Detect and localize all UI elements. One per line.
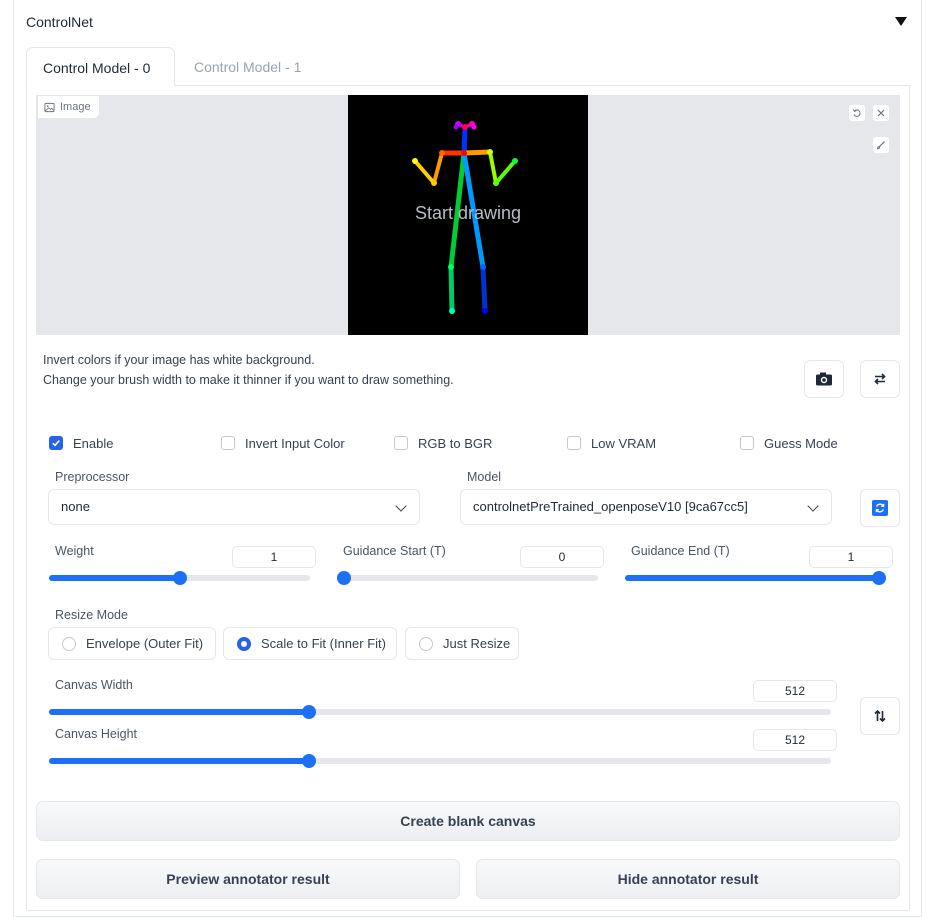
brush-button[interactable] [872,136,890,154]
hint-invert-colors: Invert colors if your image has white ba… [43,353,315,367]
camera-icon [816,372,832,386]
canvas-height-slider-fill [49,758,309,764]
model-label: Model [467,470,502,484]
hide-annotator-result-button[interactable]: Hide annotator result [476,859,900,899]
tab-control-model-1[interactable]: Control Model - 1 [178,47,317,86]
swap-vertical-icon [874,709,886,723]
guidance-start-label: Guidance Start (T) [343,544,446,558]
canvas-height-label: Canvas Height [55,727,137,741]
clear-button[interactable] [872,104,890,122]
weight-slider-fill [49,575,180,581]
rgb-to-bgr-label: RGB to BGR [418,435,493,451]
mirror-webcam-button[interactable] [860,360,900,398]
preview-annotator-result-button[interactable]: Preview annotator result [36,859,460,899]
canvas-width-number-input[interactable]: 512 [753,680,837,702]
hint-brush-width: Change your brush width to make it thinn… [43,373,454,387]
checkbox-rgb-to-bgr[interactable]: RGB to BGR [394,433,492,453]
undo-button[interactable] [848,104,866,122]
radio-label: Envelope (Outer Fit) [86,636,204,651]
image-label: Image [60,101,91,113]
checkmark-icon [52,440,60,447]
checkbox-enable[interactable]: Enable [49,433,113,453]
canvas-width-slider-thumb[interactable] [302,705,316,719]
drawing-canvas[interactable]: Start drawing [348,95,588,335]
swap-dimensions-button[interactable] [860,697,900,735]
checkbox-low-vram[interactable]: Low VRAM [567,433,656,453]
create-blank-canvas-button[interactable]: Create blank canvas [36,801,900,841]
close-icon [877,109,885,117]
radio-just-resize[interactable]: Just Resize [405,627,519,660]
refresh-icon [872,500,888,516]
canvas-height-number-input[interactable]: 512 [753,729,837,751]
checkbox-invert-input-color[interactable]: Invert Input Color [221,433,345,453]
model-dropdown[interactable]: controlnetPreTrained_openposeV10 [9ca67c… [460,489,832,525]
radio-label: Just Resize [443,636,511,651]
low-vram-label: Low VRAM [591,435,657,451]
radio-scale-to-fit-inner-fit[interactable]: Scale to Fit (Inner Fit) [223,627,397,660]
swap-arrows-icon [874,373,886,385]
preprocessor-label: Preprocessor [55,470,130,484]
guidance-end-slider-fill [625,575,879,581]
undo-icon [852,109,861,117]
enable-label: Enable [73,435,114,451]
rgb-to-bgr-checkbox[interactable] [394,436,408,450]
image-label-badge: Image [38,96,99,118]
radio-button[interactable] [62,636,76,651]
image-input[interactable]: Image Start drawing [36,95,900,335]
radio-envelope-outer-fit[interactable]: Envelope (Outer Fit) [48,627,216,660]
collapse-triangle-icon[interactable] [895,17,907,26]
image-icon [44,102,55,112]
radio-button[interactable] [419,636,433,651]
invert-input-color-checkbox[interactable] [221,436,235,450]
start-drawing-text: Start drawing [414,203,522,223]
radio-button-selected[interactable] [237,636,251,651]
canvas-width-slider[interactable] [49,705,831,719]
radio-label: Scale to Fit (Inner Fit) [261,636,386,651]
webcam-button[interactable] [804,360,844,398]
tab-control-model-0[interactable]: Control Model - 0 [26,47,175,86]
canvas-width-slider-fill [49,709,309,715]
guidance-start-slider[interactable] [337,571,598,585]
preprocessor-value: none [61,499,90,514]
canvas-width-label: Canvas Width [55,678,133,692]
enable-checkbox[interactable] [49,436,63,450]
chevron-down-icon [395,500,407,512]
guidance-start-number-input[interactable]: 0 [520,546,604,568]
low-vram-checkbox[interactable] [567,436,581,450]
weight-slider[interactable] [49,571,310,585]
guess-mode-label: Guess Mode [764,435,838,451]
guidance-end-label: Guidance End (T) [631,544,730,558]
brush-icon [876,141,885,150]
invert-input-color-label: Invert Input Color [245,435,345,451]
checkbox-guess-mode[interactable]: Guess Mode [740,433,838,453]
guidance-end-slider-thumb[interactable] [872,571,886,585]
chevron-down-icon [807,500,819,512]
guess-mode-checkbox[interactable] [740,436,754,450]
guidance-end-number-input[interactable]: 1 [809,546,893,568]
canvas-height-slider-thumb[interactable] [302,754,316,768]
resize-mode-label: Resize Mode [55,608,128,622]
model-value: controlnetPreTrained_openposeV10 [9ca67c… [473,499,748,514]
weight-label: Weight [55,544,94,558]
canvas-height-slider[interactable] [49,754,831,768]
section-title: ControlNet [26,14,93,30]
preprocessor-dropdown[interactable]: none [48,489,420,525]
weight-number-input[interactable]: 1 [232,546,316,568]
weight-slider-thumb[interactable] [173,571,187,585]
guidance-start-slider-thumb[interactable] [337,571,351,585]
guidance-end-slider[interactable] [625,571,886,585]
refresh-models-button[interactable] [860,489,900,527]
